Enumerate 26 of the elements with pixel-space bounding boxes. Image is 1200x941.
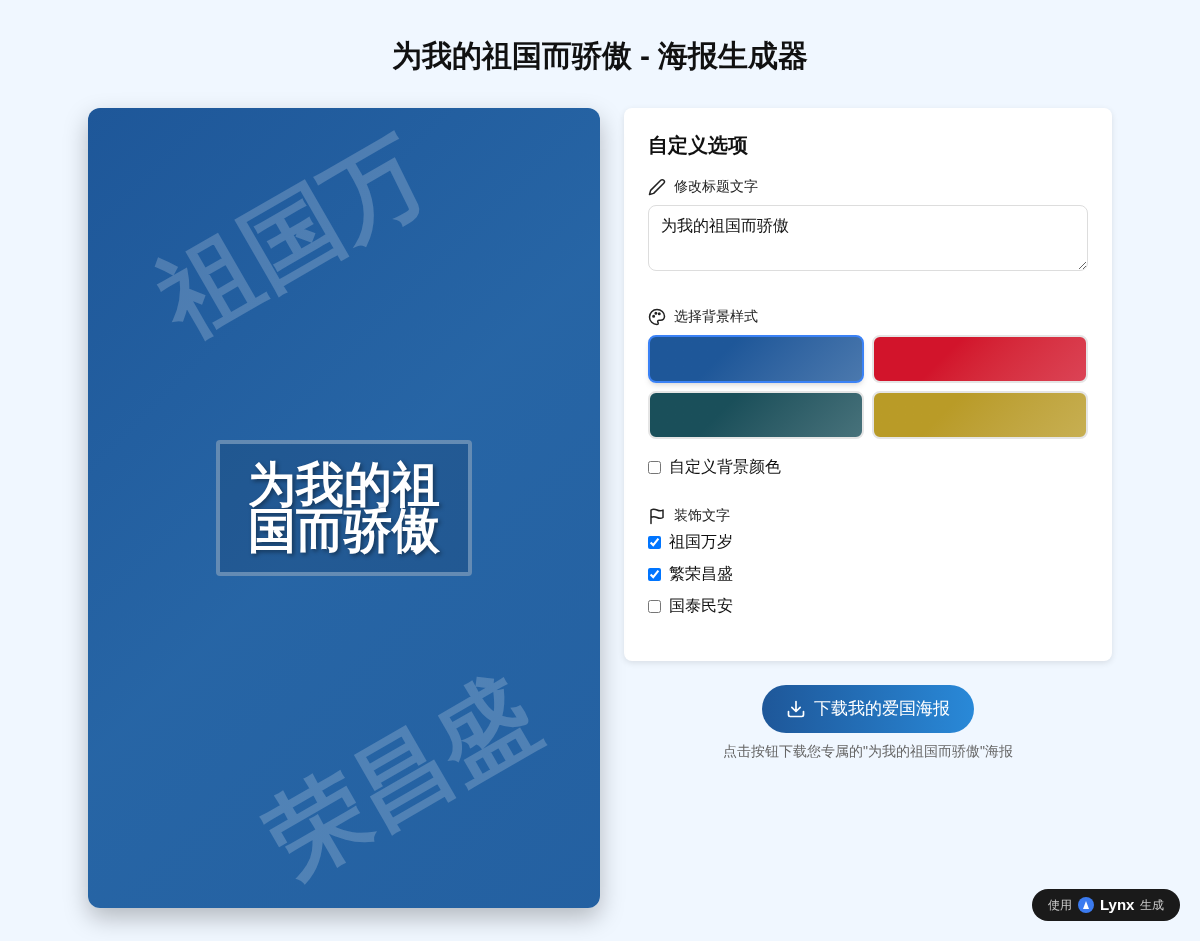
section-label: 装饰文字: [674, 506, 730, 525]
section-label: 修改标题文字: [674, 177, 758, 196]
title-input[interactable]: 为我的祖国而骄傲: [648, 205, 1088, 271]
checkbox-label: 繁荣昌盛: [669, 564, 733, 584]
checkbox-label: 祖国万岁: [669, 532, 733, 552]
badge-text: 生成: [1140, 897, 1165, 914]
decoration-checkbox[interactable]: [648, 599, 661, 613]
poster-headline: 为我的祖国而骄傲: [216, 440, 472, 576]
download-icon: [786, 699, 806, 719]
brand-name: Lynx: [1100, 894, 1135, 915]
custom-color-checkbox[interactable]: [648, 460, 661, 474]
panel-heading: 自定义选项: [648, 133, 748, 158]
flag-icon: [648, 506, 666, 525]
palette-icon: [648, 307, 666, 326]
checkbox-label: 国泰民安: [669, 596, 733, 616]
section-label: 选择背景样式: [674, 307, 758, 326]
decoration-checkbox[interactable]: [648, 535, 661, 549]
download-button[interactable]: 下载我的爱国海报: [762, 685, 974, 733]
download-caption: 点击按钮下载您专属的"为我的祖国而骄傲"海报: [723, 742, 1013, 761]
pencil-icon: [648, 177, 666, 196]
background-swatch[interactable]: [648, 335, 864, 383]
page-title: 为我的祖国而骄傲 - 海报生成器: [391, 38, 809, 74]
logo-icon: [1078, 897, 1094, 913]
checkbox-label: 自定义背景颜色: [669, 457, 781, 477]
badge-text: 使用: [1048, 897, 1072, 914]
decoration-checkbox[interactable]: [648, 567, 661, 581]
